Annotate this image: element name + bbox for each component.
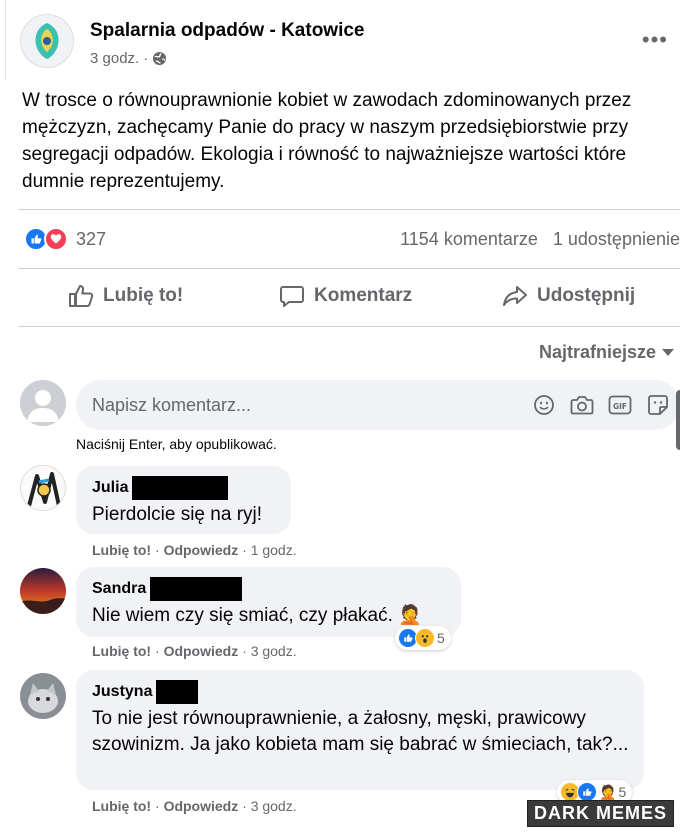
comment-time[interactable]: 3 godz.: [251, 798, 297, 814]
love-reaction-icon: [44, 227, 68, 251]
author-name: Justyna: [92, 683, 153, 700]
comment-reply-link[interactable]: Odpowiedz: [164, 542, 239, 558]
comment-author[interactable]: Justyna: [92, 680, 630, 704]
comment-reply-link[interactable]: Odpowiedz: [164, 643, 239, 659]
commenter-avatar[interactable]: [20, 568, 66, 614]
cat-photo-avatar: [20, 673, 66, 719]
more-options-icon[interactable]: •••: [642, 29, 668, 51]
reaction-count: 327: [76, 228, 107, 249]
scrollbar-thumb[interactable]: [676, 390, 680, 450]
facepalm-emoji-icon: 🤦: [599, 783, 617, 800]
camera-icon[interactable]: [570, 393, 594, 417]
comment-text: Nie wiem czy się smiać, czy płakać. 🤦: [92, 605, 422, 626]
watermark: DARK MEMES: [526, 800, 674, 827]
comment-author[interactable]: Julia: [92, 476, 277, 500]
page-avatar[interactable]: [20, 14, 74, 68]
post-meta: 3 godz. ·: [90, 50, 167, 67]
author-name: Julia: [92, 479, 129, 496]
comment-bubble: Justyna To nie jest równouprawnienie, a …: [76, 670, 644, 790]
wow-reaction-icon: [415, 628, 435, 648]
globe-icon[interactable]: [152, 51, 167, 66]
share-button-label: Udostępnij: [537, 285, 636, 306]
meta-separator: ·: [143, 50, 149, 67]
my-avatar[interactable]: [20, 380, 66, 426]
comment-composer: GIF: [76, 380, 680, 430]
composer-hint: Naciśnij Enter, aby opublikować.: [76, 436, 277, 452]
cartoon-avatar-icon: [21, 466, 65, 510]
comment-reactions[interactable]: 5: [395, 626, 451, 650]
comment-like-link[interactable]: Lubię to!: [92, 542, 151, 558]
like-button[interactable]: Lubię to!: [68, 284, 183, 308]
comment-time[interactable]: 1 godz.: [251, 542, 297, 558]
page-name[interactable]: Spalarnia odpadów - Katowice: [90, 20, 365, 42]
comment-reaction-count: 5: [437, 630, 445, 646]
share-count[interactable]: 1 udostępnienie: [553, 229, 680, 249]
reaction-summary[interactable]: 327: [24, 227, 106, 251]
sticker-icon[interactable]: [646, 393, 670, 417]
post-time[interactable]: 3 godz.: [90, 50, 139, 67]
comment-input[interactable]: [92, 380, 502, 430]
comment-time[interactable]: 3 godz.: [251, 643, 297, 659]
comment-actions: Lubię to! · Odpowiedz · 3 godz.: [92, 798, 297, 814]
default-user-icon: [20, 380, 66, 426]
redaction-bar: [132, 476, 229, 500]
comment-like-link[interactable]: Lubię to!: [92, 643, 151, 659]
comment-bubble-icon: [280, 286, 304, 307]
left-edge: [0, 0, 6, 80]
author-name: Sandra: [92, 580, 147, 597]
sort-label: Najtrafniejsze: [538, 342, 656, 362]
comment-reply-link[interactable]: Odpowiedz: [164, 798, 239, 814]
comment-count[interactable]: 1154 komentarze: [400, 229, 538, 249]
comment-bubble: Julia Pierdolcie się na ryj!: [76, 466, 291, 534]
divider: [18, 326, 680, 327]
comment-author[interactable]: Sandra: [92, 577, 447, 601]
comment-reaction-count: 5: [618, 784, 627, 800]
comment-actions: Lubię to! · Odpowiedz · 1 godz.: [92, 542, 297, 558]
post-counts: 1154 komentarze 1 udostępnienie: [400, 229, 680, 250]
like-button-label: Lubię to!: [103, 285, 184, 306]
post-text: W trosce o równouprawnionie kobiet w zaw…: [22, 90, 632, 192]
thumbs-up-icon: [69, 285, 94, 307]
comment-actions: Lubię to! · Odpowiedz · 3 godz.: [92, 643, 297, 659]
caret-down-icon: [662, 348, 674, 356]
comment-like-link[interactable]: Lubię to!: [92, 798, 151, 814]
comment-text: Pierdolcie się na ryj!: [92, 504, 263, 525]
divider: [18, 209, 680, 210]
comment-text: To nie jest równouprawnienie, a żałosny,…: [92, 708, 629, 755]
comment-sort-dropdown[interactable]: Najtrafniejsze: [539, 342, 674, 363]
emoji-icon[interactable]: [532, 393, 556, 417]
comment-button[interactable]: Komentarz: [279, 284, 412, 308]
svg-text:GIF: GIF: [613, 402, 627, 411]
divider: [18, 268, 680, 269]
comment-button-label: Komentarz: [314, 285, 413, 306]
share-button[interactable]: Udostępnij: [502, 284, 635, 308]
page-logo-icon: [35, 23, 59, 59]
redaction-bar: [156, 680, 199, 704]
redaction-bar: [150, 577, 243, 601]
commenter-avatar[interactable]: [20, 673, 66, 719]
like-reaction-icon: [577, 782, 597, 802]
composer-icons: GIF: [532, 393, 670, 417]
commenter-avatar[interactable]: [20, 465, 66, 511]
share-arrow-icon: [503, 286, 527, 306]
gif-icon[interactable]: GIF: [608, 393, 632, 417]
sunset-photo-avatar: [20, 568, 66, 614]
